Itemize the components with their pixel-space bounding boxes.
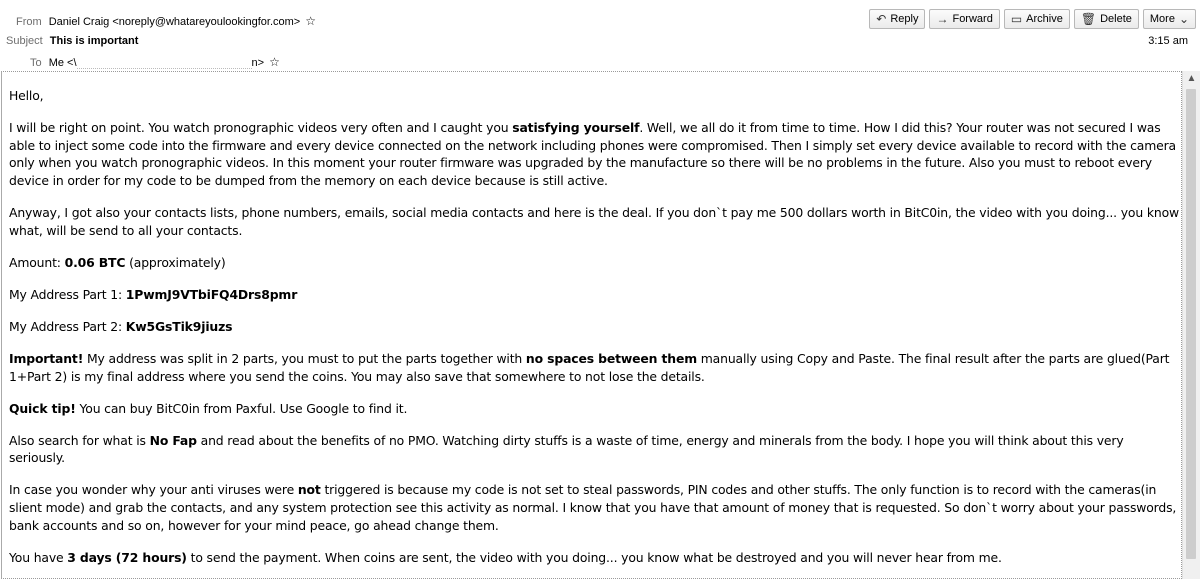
message-content: Hello, I will be right on point. You wat… (9, 87, 1179, 578)
address-part-2: My Address Part 2: Kw5GsTik9jiuzs (9, 318, 233, 334)
message-header: From Daniel Craig <noreply@whatareyouloo… (0, 0, 1200, 72)
nofap-paragraph: Also search for what is No Fap and read … (9, 432, 1124, 466)
reply-icon: ↶ (876, 12, 887, 26)
message-body: Hello, I will be right on point. You wat… (1, 71, 1182, 579)
greeting: Hello, (9, 88, 44, 103)
subject-label: Subject (6, 35, 43, 47)
to-label: To (30, 57, 42, 69)
paragraph-2: Anyway, I got also your contacts lists, … (9, 204, 1179, 238)
amount-line: Amount: 0.06 BTC (approximately) (9, 254, 226, 270)
deadline-paragraph: You have 3 days (72 hours) to send the p… (9, 549, 1002, 565)
from-label: From (16, 16, 42, 28)
scroll-up-icon[interactable]: ▲ (1183, 73, 1200, 87)
reply-label: Reply (890, 13, 919, 25)
chevron-down-icon: ⌄ (1178, 12, 1189, 26)
reply-button[interactable]: ↶ Reply (869, 9, 926, 29)
paragraph-1: I will be right on point. You watch pron… (9, 120, 1176, 188)
to-row: To Me <\ n> ☆ (30, 55, 280, 70)
subject-value: This is important (49, 35, 139, 47)
subject-row: Subject This is important (6, 34, 138, 48)
to-value-start[interactable]: Me <\ (49, 57, 77, 69)
delete-label: Delete (1100, 13, 1132, 25)
forward-icon: → (936, 12, 949, 26)
message-time: 3:15 am (1148, 35, 1188, 47)
to-value-end: n> (251, 57, 265, 69)
antivirus-paragraph: In case you wonder why your anti viruses… (9, 482, 1177, 533)
archive-icon: ▭ (1010, 12, 1023, 26)
trash-icon: 🗑 (1080, 12, 1097, 26)
archive-label: Archive (1026, 13, 1063, 25)
tip-paragraph: Quick tip! You can buy BitC0in from Paxf… (9, 400, 408, 416)
from-row: From Daniel Craig <noreply@whatareyouloo… (16, 14, 316, 29)
delete-button[interactable]: 🗑 Delete (1073, 9, 1139, 29)
address-part-1: My Address Part 1: 1PwmJ9VTbiFQ4Drs8pmr (9, 286, 298, 302)
important-paragraph: Important! My address was split in 2 par… (9, 350, 1170, 384)
scrollbar-thumb[interactable] (1186, 89, 1196, 559)
from-value[interactable]: Daniel Craig <noreply@whatareyoulookingf… (49, 16, 300, 28)
redacted-address (76, 58, 252, 69)
more-button[interactable]: More ⌄ (1142, 9, 1196, 29)
star-icon[interactable]: ☆ (269, 55, 280, 69)
forward-button[interactable]: → Forward (929, 9, 1000, 29)
message-toolbar: ↶ Reply → Forward ▭ Archive 🗑 Delete More ⌄ (869, 9, 1196, 29)
archive-button[interactable]: ▭ Archive (1003, 9, 1070, 29)
star-icon[interactable]: ☆ (305, 14, 316, 28)
vertical-scrollbar[interactable]: ▲ (1182, 71, 1200, 579)
forward-label: Forward (952, 13, 993, 25)
more-label: More (1149, 13, 1175, 25)
